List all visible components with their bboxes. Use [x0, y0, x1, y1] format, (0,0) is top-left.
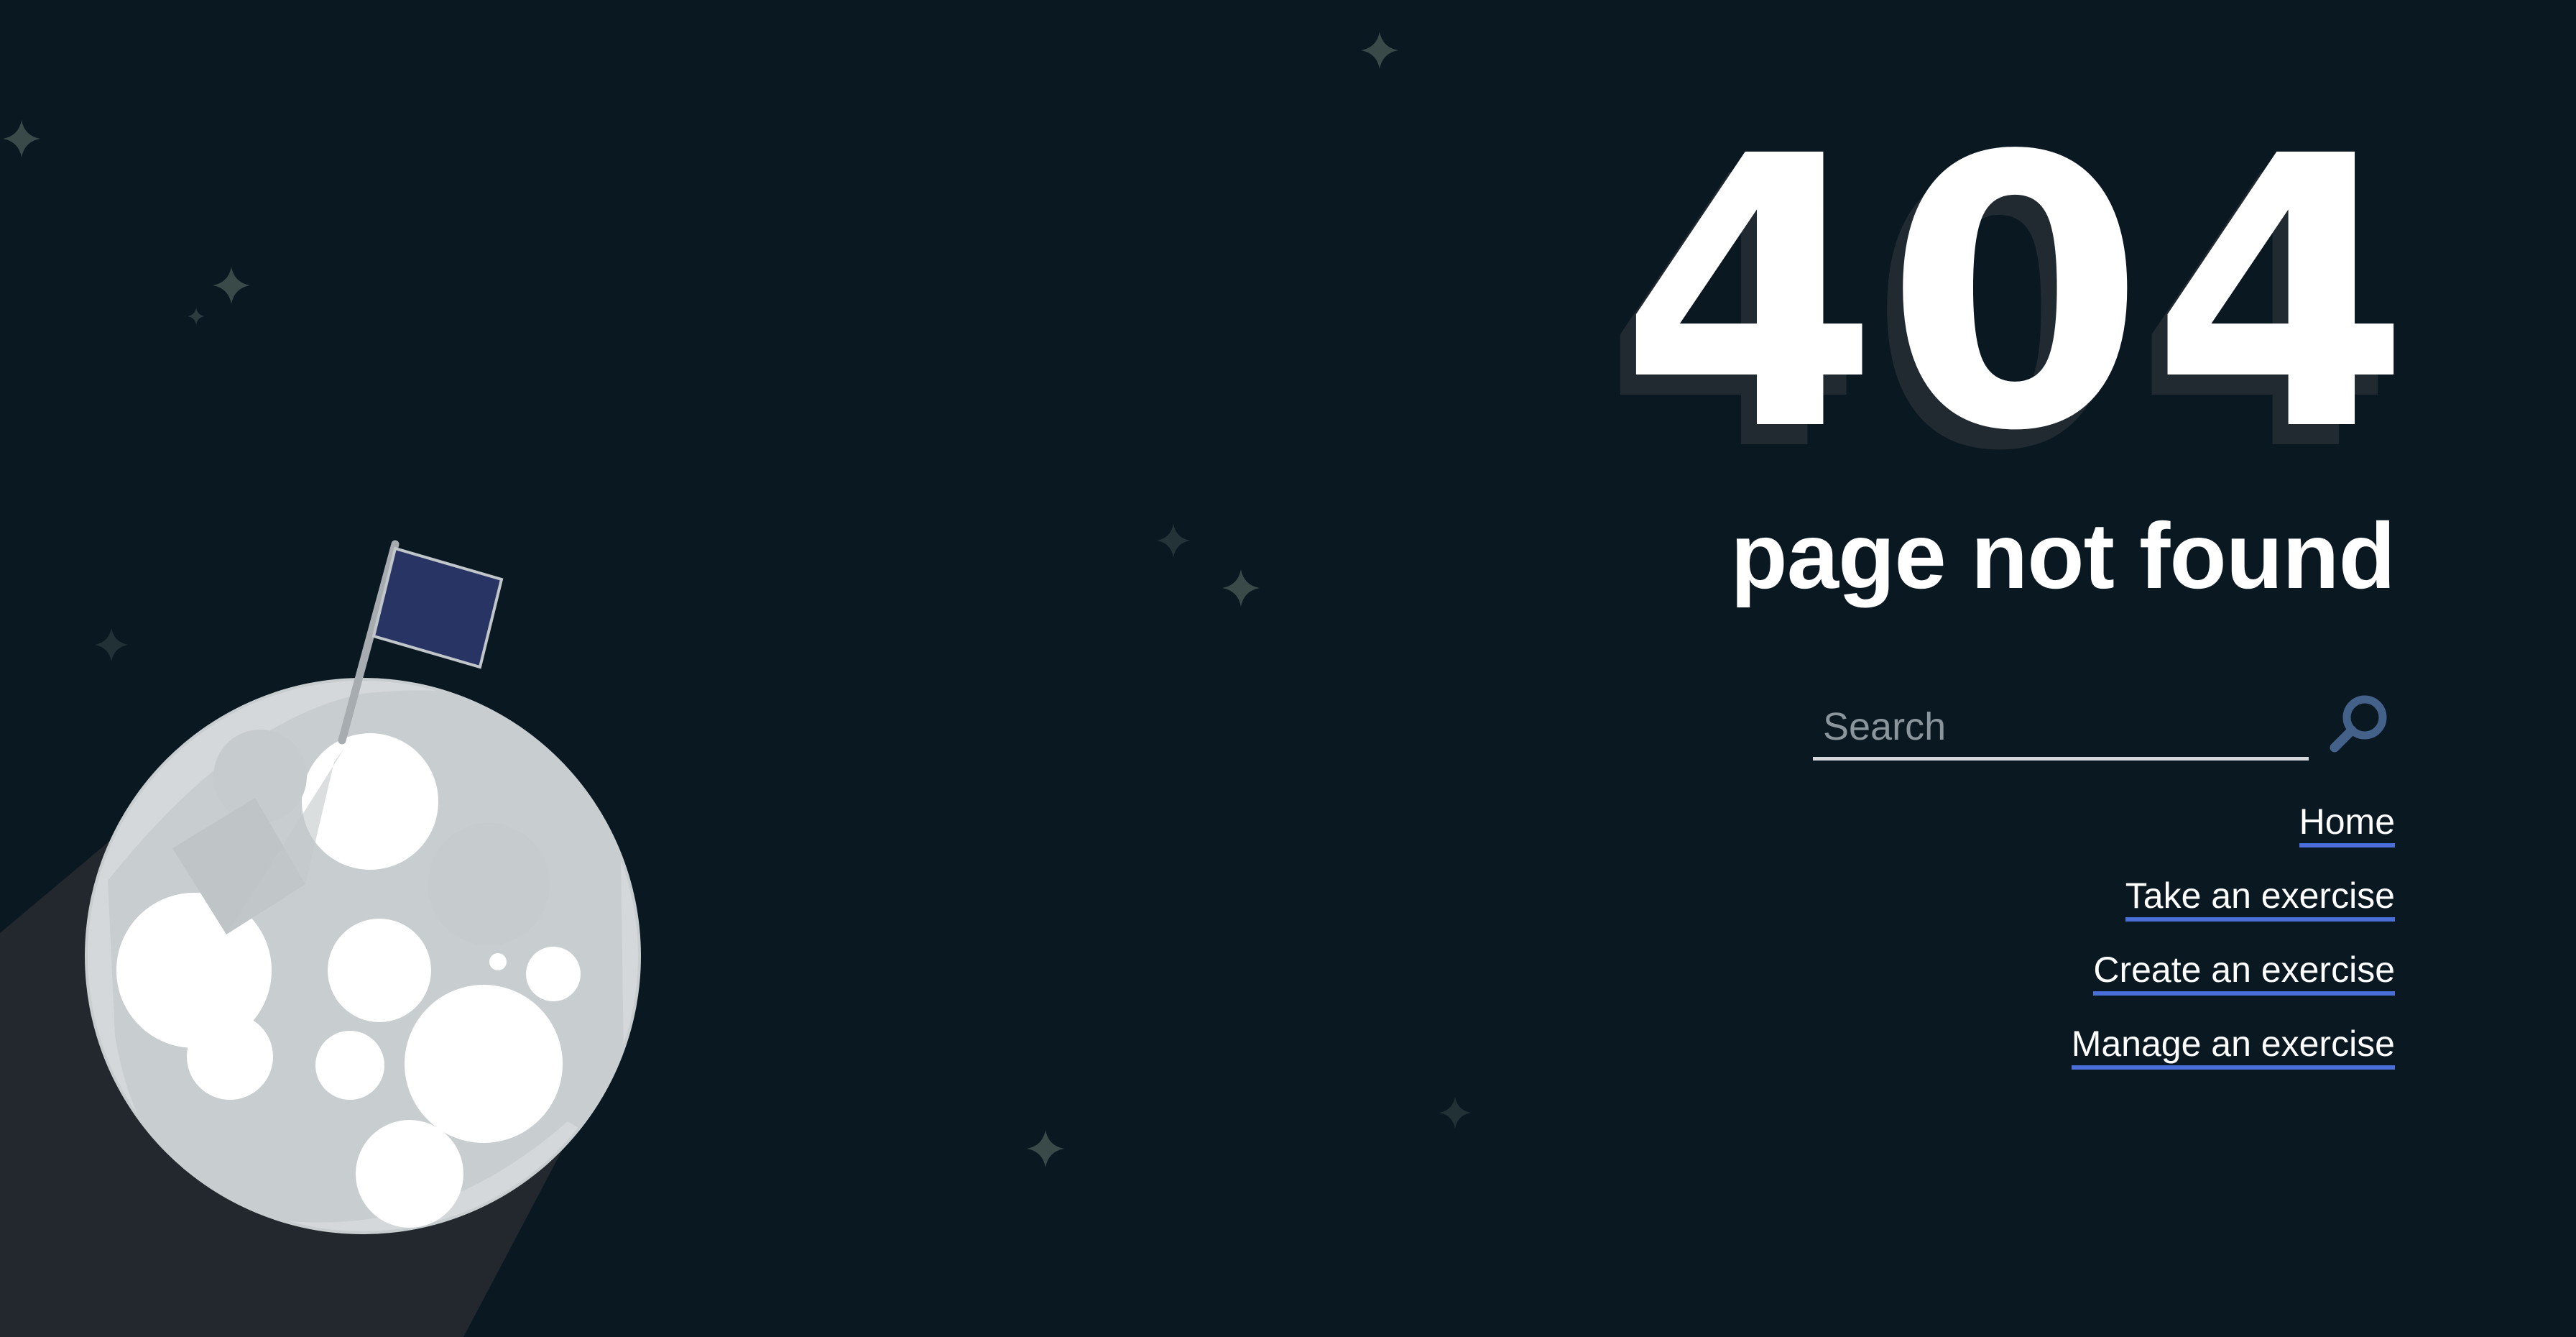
star-icon — [94, 628, 129, 662]
nav-link-row: Manage an exercise — [1576, 1016, 2395, 1090]
error-code: 404 404 — [1576, 77, 2416, 513]
nav-link-row: Take an exercise — [1576, 868, 2395, 942]
error-code-text: 404 — [1619, 77, 2416, 513]
star-icon — [1222, 569, 1260, 607]
moon-icon — [85, 678, 641, 1234]
not-found-panel: 404 404 page not found Home Take an exer… — [1576, 108, 2411, 1090]
search-form — [1576, 689, 2395, 768]
nav-link-row: Create an exercise — [1576, 942, 2395, 1016]
star-icon — [1027, 1130, 1064, 1167]
home-link[interactable]: Home — [2299, 801, 2395, 847]
take-exercise-link[interactable]: Take an exercise — [2125, 876, 2395, 922]
star-icon — [1156, 523, 1191, 558]
star-icon — [3, 120, 40, 157]
create-exercise-link[interactable]: Create an exercise — [2093, 950, 2395, 996]
star-icon — [1439, 1096, 1472, 1129]
star-icon — [1361, 32, 1398, 69]
search-input[interactable] — [1813, 696, 2309, 761]
star-icon — [213, 267, 250, 304]
nav-link-row: Home — [1576, 794, 2395, 868]
nav-links: Home Take an exercise Create an exercise… — [1576, 794, 2395, 1090]
manage-exercise-link[interactable]: Manage an exercise — [2071, 1024, 2395, 1070]
search-button[interactable] — [2323, 689, 2395, 761]
not-found-page: 404 404 page not found Home Take an exer… — [0, 0, 2576, 1337]
star-icon — [188, 308, 205, 325]
search-icon — [2330, 695, 2387, 753]
